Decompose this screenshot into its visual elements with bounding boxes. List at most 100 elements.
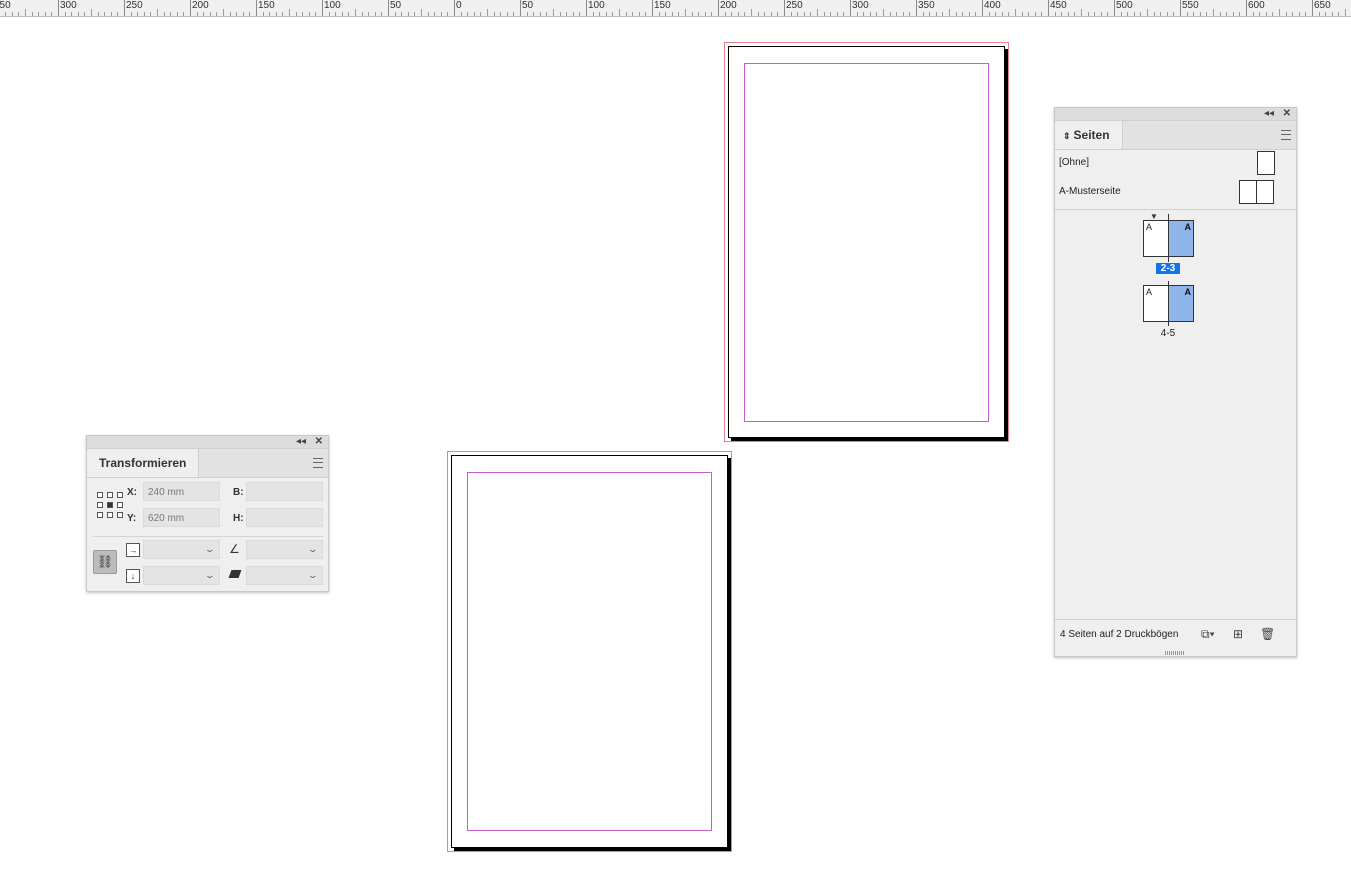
ruler-minor-tick [830,12,831,16]
ruler-minor-tick [1028,12,1029,16]
chevron-down-icon: ⌄ [307,544,319,554]
ruler-minor-tick [731,12,732,16]
divider [93,536,323,537]
ruler-minor-tick [909,12,910,16]
ruler-minor-tick [1041,12,1042,16]
page-thumbnail-right[interactable]: A [1168,220,1194,257]
spread-label-selected[interactable]: 2-3 [1156,263,1180,274]
ruler-minor-tick [183,12,184,16]
ruler-minor-tick [513,12,514,16]
edit-page-size-icon[interactable]: ⧉▾ [1201,627,1215,642]
panel-title-bar[interactable]: ◂◂ ✕ [1055,108,1296,121]
ruler-minor-tick [276,12,277,16]
ruler-label: 650 [1314,0,1331,11]
close-icon[interactable]: ✕ [315,436,323,448]
resize-grip-icon[interactable] [1165,651,1185,655]
ruler-minor-tick [566,12,567,16]
tab-seiten-label: Seiten [1073,128,1110,142]
ruler-minor-tick [777,12,778,16]
ruler-label: 350 [0,0,11,11]
master-none-row[interactable]: [Ohne] [1055,149,1296,177]
spread-thumbnail-4-5[interactable]: A A [1143,281,1194,326]
ruler-minor-tick [599,12,600,16]
scale-x-select[interactable]: ⌄ [143,540,220,559]
ruler-label: 50 [522,0,534,11]
ruler-minor-tick [797,12,798,16]
tab-seiten[interactable]: ⇕ Seiten [1055,121,1123,149]
rotation-select[interactable]: ⌄ [246,540,323,559]
x-field[interactable]: 240 mm [143,482,220,501]
spread-spine [1168,214,1169,262]
ruler-label: 300 [60,0,77,11]
reference-point-icon[interactable] [97,492,123,518]
master-label: [Ohne] [1059,157,1090,168]
ruler-minor-tick [632,12,633,16]
ruler-minor-tick [111,12,112,16]
ruler-minor-tick [269,12,270,16]
scale-y-select[interactable]: ⌄ [143,566,220,585]
collapse-icon[interactable]: ◂◂ [296,436,306,448]
ruler-minor-tick [1266,12,1267,16]
ruler-minor-tick [1338,12,1339,16]
ruler-minor-tick [210,12,211,16]
ruler-minor-tick [579,12,580,16]
panel-title-bar[interactable]: ◂◂ ✕ [87,436,328,449]
ruler-minor-tick [837,12,838,16]
close-icon[interactable]: ✕ [1283,108,1291,120]
y-field[interactable]: 620 mm [143,508,220,527]
ruler-minor-tick [117,12,118,16]
rotation-angle-icon: ∠ [229,542,240,556]
master-a-row[interactable]: A-Musterseite [1055,178,1296,206]
ruler-minor-tick [1068,12,1069,16]
ruler-minor-tick [395,12,396,16]
spread-label[interactable]: 4-5 [1156,328,1180,339]
ruler-minor-tick [890,12,891,16]
ruler-minor-tick [25,9,26,16]
ruler-minor-tick [507,12,508,16]
ruler-minor-tick [500,12,501,16]
ruler-label: 0 [456,0,462,11]
pages-panel-footer: 4 Seiten auf 2 Druckbögen ⧉▾ ⊞ 🗑 [1055,619,1296,648]
page-thumbnail-left[interactable]: A [1143,220,1169,257]
w-field[interactable] [246,482,323,501]
panel-menu-icon[interactable] [313,458,323,468]
ruler-minor-tick [573,12,574,16]
ruler-label: 100 [588,0,605,11]
master-page-thumbnail[interactable] [1257,151,1275,175]
shear-select[interactable]: ⌄ [246,566,323,585]
ruler-minor-tick [989,12,990,16]
ruler-minor-tick [441,12,442,16]
collapse-icon[interactable]: ◂◂ [1264,108,1274,120]
ruler-minor-tick [1121,12,1122,16]
pages-panel: ◂◂ ✕ ⇕ Seiten [Ohne] A-Musterseite ▼ A A … [1054,107,1297,657]
ruler-minor-tick [936,12,937,16]
divider [1055,209,1296,210]
scale-y-icon: ↓ [126,569,140,583]
horizontal-ruler[interactable]: 3503002502001501005005010015020025030035… [0,0,1351,17]
ruler-minor-tick [1259,12,1260,16]
tab-transformieren[interactable]: Transformieren [87,449,200,477]
master-left-page-thumbnail[interactable] [1239,180,1257,204]
ruler-minor-tick [1074,12,1075,16]
master-right-page-thumbnail[interactable] [1256,180,1274,204]
ruler-label: 150 [654,0,671,11]
ruler-label: 50 [390,0,402,11]
ruler-minor-tick [329,12,330,16]
ruler-minor-tick [368,12,369,16]
spread-thumbnail-2-3[interactable]: A A [1143,214,1194,262]
h-field[interactable] [246,508,323,527]
ruler-minor-tick [593,12,594,16]
constrain-proportions-button[interactable]: ⛓ [93,550,117,574]
ruler-minor-tick [408,12,409,16]
page-thumbnail-left[interactable]: A [1143,285,1169,322]
page-thumbnail-right[interactable]: A [1168,285,1194,322]
delete-page-icon[interactable]: 🗑 [1260,627,1275,641]
ruler-minor-tick [98,12,99,16]
panel-menu-icon[interactable] [1281,130,1291,140]
new-page-icon[interactable]: ⊞ [1233,627,1243,641]
ruler-minor-tick [817,9,818,16]
chevron-down-icon: ⌄ [204,570,216,580]
ruler-minor-tick [857,12,858,16]
w-label: B: [233,487,244,498]
ruler-minor-tick [315,12,316,16]
